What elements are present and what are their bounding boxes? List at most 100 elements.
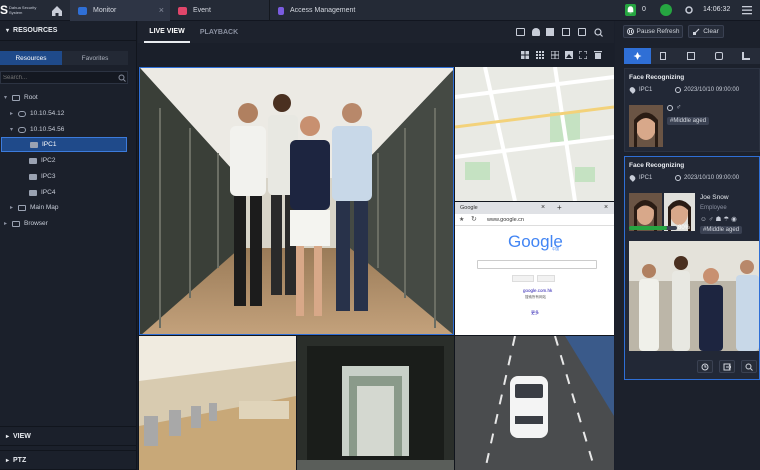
settings-button[interactable]: [684, 5, 694, 15]
pause-refresh-button[interactable]: Pause Refresh: [623, 25, 683, 38]
search-icon[interactable]: [118, 74, 126, 82]
pause-icon: [626, 28, 634, 35]
tree-item-ipc1[interactable]: IPC1: [1, 137, 127, 152]
event-channel: IPC1: [639, 87, 653, 93]
tree-label: Main Map: [30, 204, 59, 211]
tab-monitor[interactable]: Monitor ×: [70, 0, 170, 21]
new-tab-icon[interactable]: +: [557, 203, 562, 212]
search-button[interactable]: [512, 275, 534, 282]
tree-item-device-1[interactable]: ▸ 10.10.54.12: [0, 106, 137, 121]
monitor-icon: [78, 6, 87, 15]
clear-button[interactable]: Clear: [688, 25, 724, 38]
url-field[interactable]: www.google.cn: [487, 217, 524, 223]
close-icon[interactable]: ×: [541, 204, 545, 211]
filter-face-tab[interactable]: [660, 52, 666, 60]
star-icon[interactable]: ★: [459, 216, 464, 223]
camera-icon: [29, 157, 37, 164]
subtab-label: Resources: [15, 54, 47, 62]
delete-icon[interactable]: [594, 51, 602, 59]
age-tag: #Middle aged: [667, 117, 710, 125]
history-icon: [701, 363, 709, 370]
menu-button[interactable]: [742, 6, 754, 15]
home-button[interactable]: [50, 4, 64, 17]
face-snapshot: [629, 105, 663, 147]
subtab-favorites[interactable]: Favorites: [62, 51, 128, 65]
similarity-bar: [629, 226, 677, 230]
alarm-toggle-button[interactable]: [532, 28, 540, 36]
layout-4-icon[interactable]: [521, 51, 529, 59]
layout-save-button[interactable]: [562, 28, 570, 36]
similarity-value: 80%: [678, 225, 691, 231]
event-time: 2023/10/10 09:00:00: [684, 175, 740, 181]
search-icon: [745, 363, 753, 371]
fullscreen-icon[interactable]: [579, 51, 587, 59]
filter-other-tab[interactable]: [742, 52, 750, 60]
filter-access-tab[interactable]: [715, 52, 723, 60]
event-time: 2023/10/10 09:00:00: [684, 87, 740, 93]
ptz-header[interactable]: ▸ PTZ: [0, 450, 137, 470]
playback-button[interactable]: [697, 360, 713, 373]
tab-live-view[interactable]: LIVE VIEW: [144, 21, 190, 43]
map-cell[interactable]: [455, 67, 614, 201]
user-button[interactable]: [660, 4, 672, 16]
chevron-right-icon: ▸: [6, 433, 10, 440]
tree-label: Browser: [24, 220, 48, 227]
video-cell-ipc2[interactable]: [139, 336, 296, 470]
event-card-selected[interactable]: Face Recognizing IPC1 2023/10/10 09:00:0…: [624, 156, 760, 380]
image-icon[interactable]: [565, 51, 573, 59]
footer-link[interactable]: 更多: [531, 310, 539, 316]
person-role: Employee: [700, 205, 727, 211]
search-field[interactable]: [477, 260, 597, 269]
clear-label: Clear: [703, 28, 719, 35]
layout-9-icon[interactable]: [536, 51, 544, 59]
search-icon: [594, 28, 603, 37]
tab-event[interactable]: Event: [170, 0, 270, 21]
tree-item-root[interactable]: ▾ Root: [0, 90, 137, 105]
tree-item-ipc4[interactable]: IPC4: [0, 185, 137, 200]
filter-vehicle-tab[interactable]: [687, 52, 695, 60]
tree-item-main-map[interactable]: ▸ Main Map: [0, 200, 137, 215]
subtab-resources[interactable]: Resources: [0, 51, 62, 65]
view-header[interactable]: ▸ VIEW: [0, 426, 137, 446]
video-cell-ipc3[interactable]: [297, 336, 454, 470]
gear-icon: [685, 6, 693, 14]
tree-item-device-2[interactable]: ▾ 10.10.54.56: [0, 122, 137, 137]
device-icon: [18, 126, 26, 133]
video-cell-ipc4[interactable]: [455, 336, 614, 470]
export-button[interactable]: [719, 360, 735, 373]
clock-icon: [675, 87, 681, 93]
window-close-icon[interactable]: ×: [604, 204, 608, 211]
app-window: S Dahua Security System Monitor × Event …: [0, 0, 760, 470]
search-similar-button[interactable]: [741, 360, 757, 373]
browser-tab-title[interactable]: Google: [460, 205, 478, 211]
tree-item-ipc3[interactable]: IPC3: [0, 169, 137, 184]
video-cell-ipc1[interactable]: [139, 67, 454, 335]
message-button[interactable]: [516, 28, 525, 36]
tree-item-ipc2[interactable]: IPC2: [0, 153, 137, 168]
video-frame-road: [455, 336, 614, 470]
tab-label: Event: [193, 7, 211, 14]
resources-header[interactable]: ▾ RESOURCES: [0, 21, 137, 41]
google-link-sub: 搜索所有网站: [525, 295, 546, 299]
save-button[interactable]: [546, 28, 554, 36]
tab-access-management[interactable]: Access Management: [270, 0, 380, 21]
event-card[interactable]: Face Recognizing IPC1 2023/10/10 09:00:0…: [624, 68, 760, 152]
layout-custom-icon[interactable]: [551, 51, 559, 59]
google-link[interactable]: google.com.hk: [523, 288, 552, 293]
lucky-button[interactable]: [537, 275, 555, 282]
tree-item-browser[interactable]: ▸ Browser: [0, 216, 137, 231]
reload-icon[interactable]: ↻: [471, 215, 477, 223]
filter-all-tab[interactable]: [624, 48, 651, 64]
zoom-button[interactable]: [594, 28, 603, 37]
map-view: [455, 67, 614, 201]
tree-label: IPC1: [42, 141, 57, 148]
tab-close-icon[interactable]: ×: [159, 6, 164, 15]
alarm-bell-button[interactable]: [625, 4, 636, 16]
search-input[interactable]: [3, 73, 113, 83]
browser-cell[interactable]: Google × + × ★ ↻ www.google.cn Google 中国…: [455, 202, 614, 335]
video-frame-store: [297, 336, 454, 470]
tab-playback[interactable]: PLAYBACK: [196, 21, 242, 43]
clock-icon: [675, 175, 681, 181]
camera-icon: [29, 189, 37, 196]
gallery-button[interactable]: [578, 28, 586, 36]
